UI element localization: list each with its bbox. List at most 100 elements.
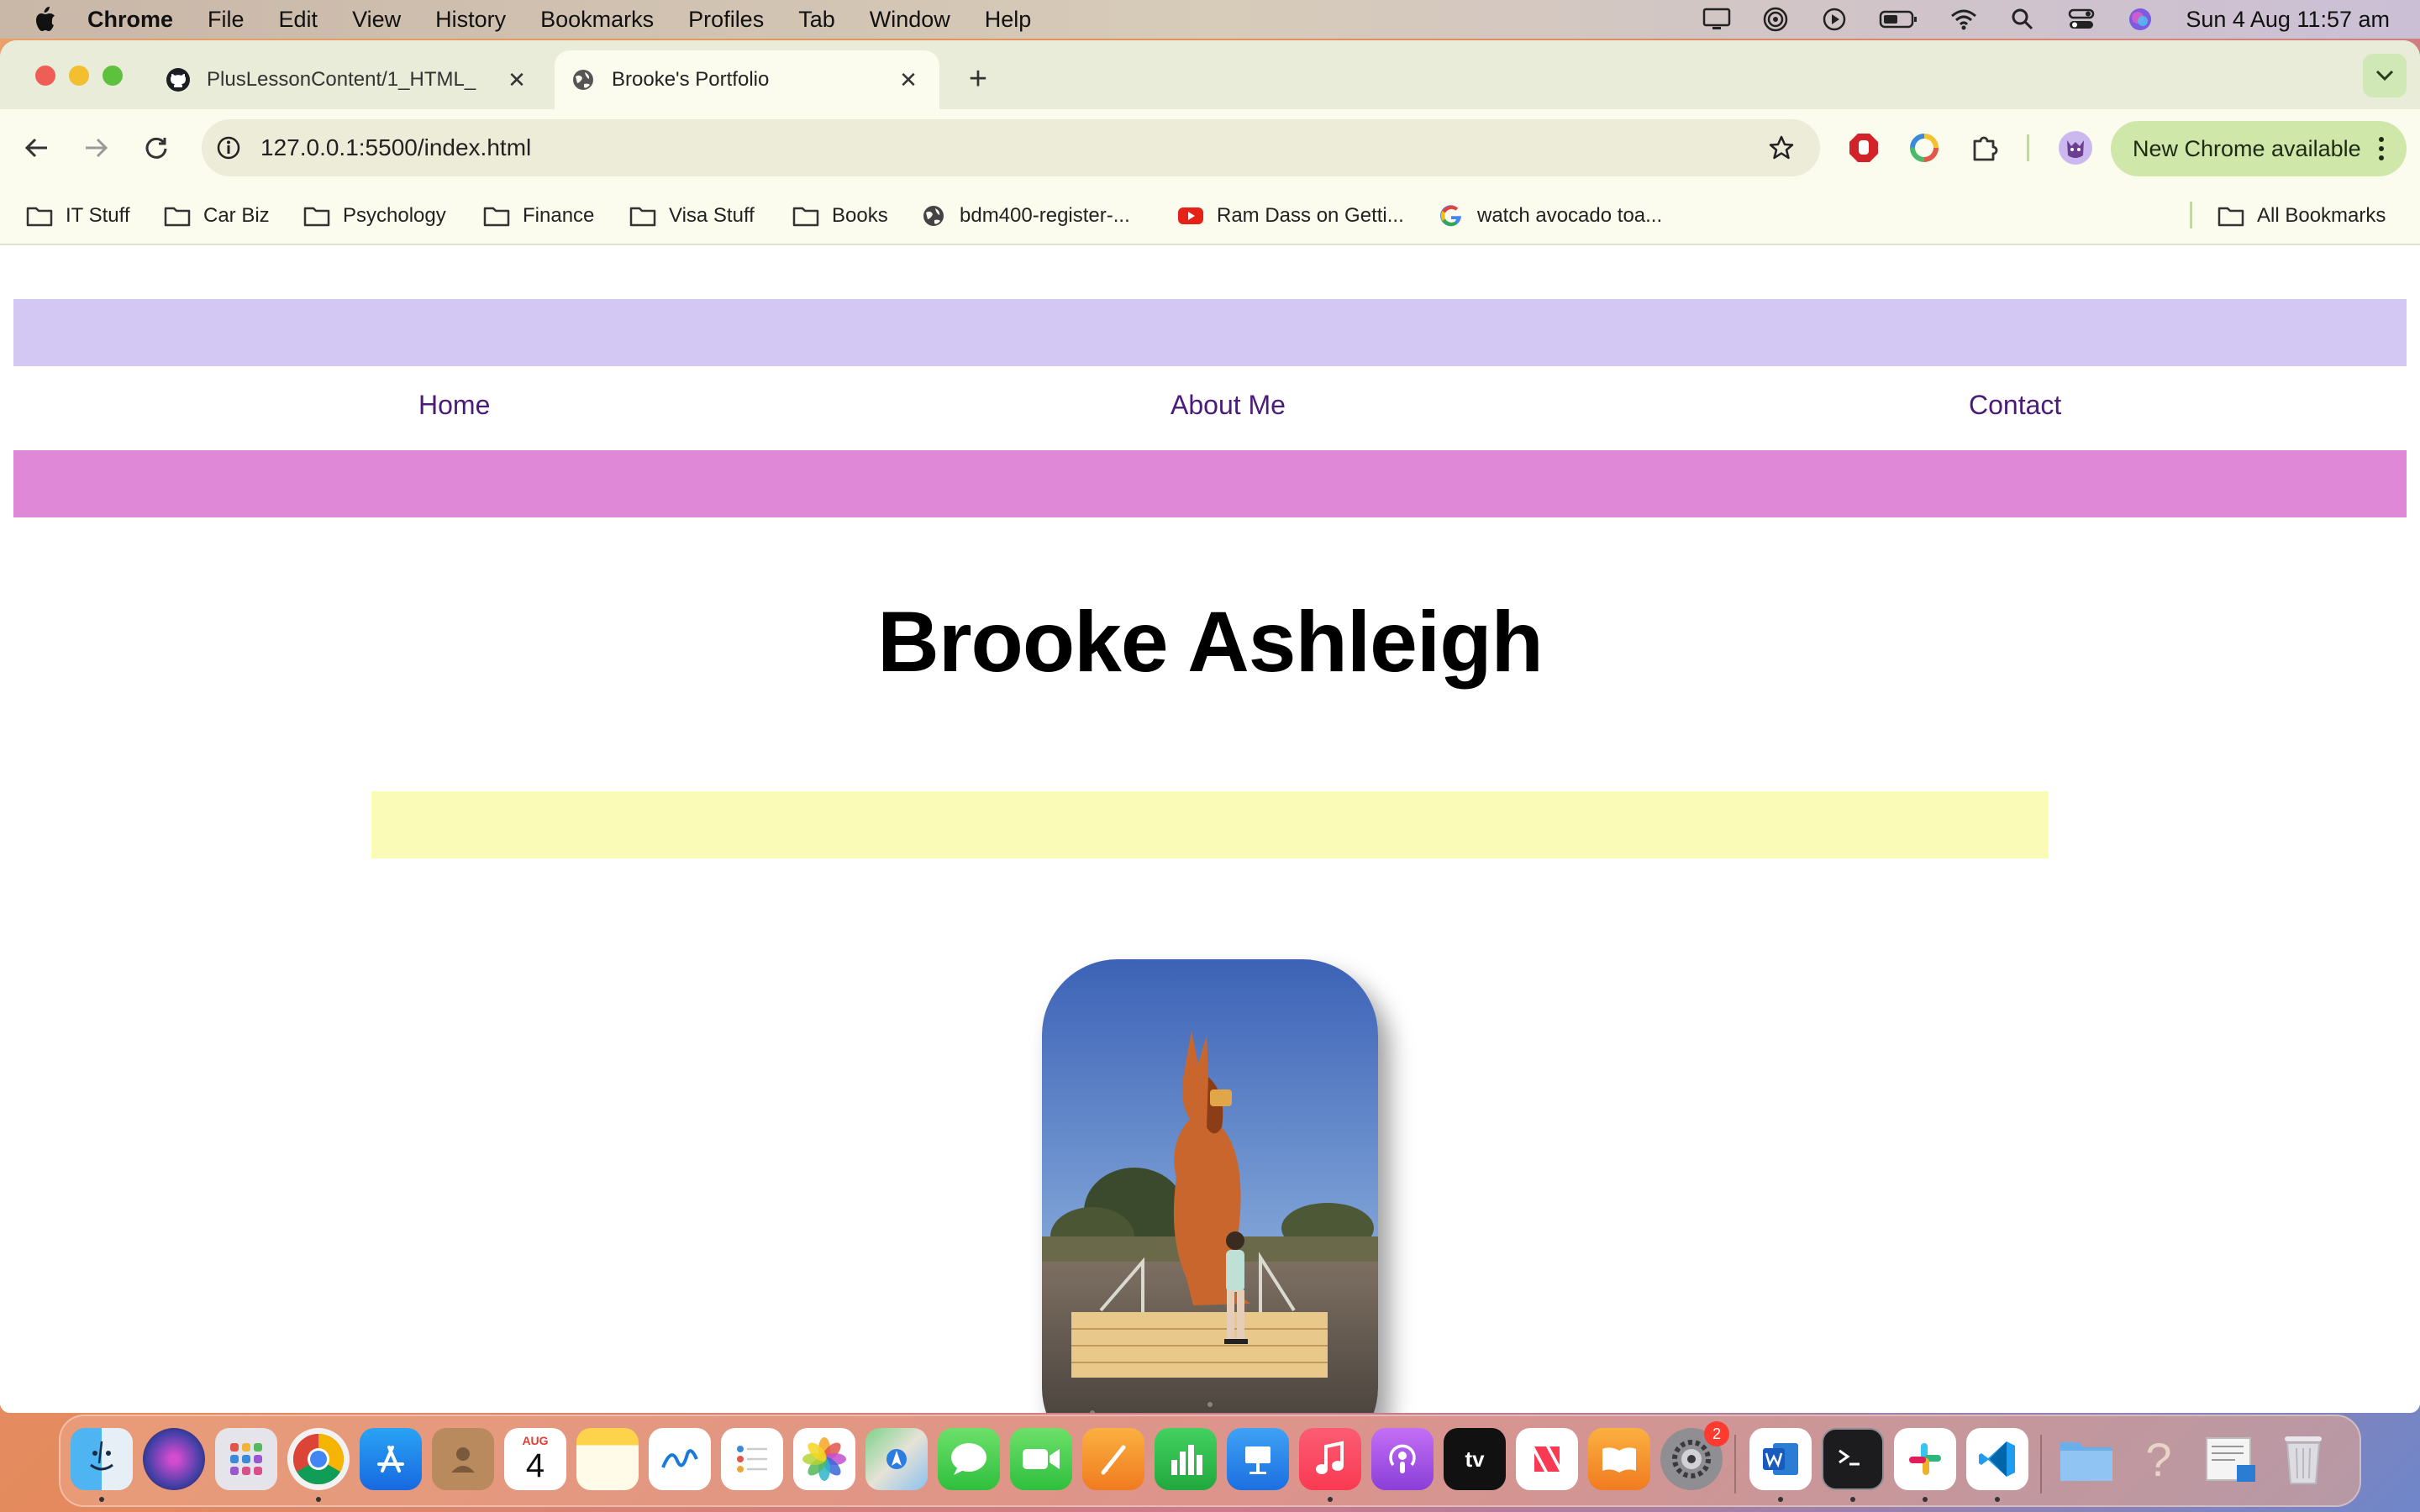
page-viewport: Home About Me Contact Brooke Ashleigh [0, 245, 2420, 1413]
spotlight-search-icon[interactable] [2007, 7, 2038, 32]
tab-search-button[interactable] [2363, 54, 2407, 97]
menu-tab[interactable]: Tab [798, 7, 835, 33]
airdrop-icon[interactable] [1760, 7, 1791, 32]
launchpad-icon[interactable] [215, 1428, 277, 1490]
running-indicator [99, 1497, 104, 1502]
url-text[interactable]: 127.0.0.1:5500/index.html [260, 134, 531, 161]
back-button[interactable] [18, 129, 55, 166]
menu-history[interactable]: History [435, 7, 506, 33]
menubar-clock[interactable]: Sun 4 Aug 11:57 am [2186, 7, 2390, 33]
page-title: Brooke Ashleigh [877, 594, 1544, 690]
keynote-icon[interactable] [1227, 1428, 1289, 1490]
update-label: New Chrome available [2133, 135, 2361, 161]
bookmark-car-biz[interactable]: Car Biz [163, 200, 270, 232]
new-tab-button[interactable]: + [963, 61, 993, 97]
wifi-icon[interactable] [1949, 7, 1979, 32]
extensions-puzzle-icon[interactable] [1966, 129, 2003, 166]
notes-icon[interactable] [576, 1428, 639, 1490]
chrome-icon[interactable] [287, 1428, 350, 1490]
browser-window: PlusLessonContent/1_HTML_ ✕ Brooke's Por… [0, 40, 2420, 1413]
trash-icon[interactable] [2272, 1428, 2334, 1490]
bookmark-star-icon[interactable] [1766, 133, 1797, 163]
minimize-window-button[interactable] [69, 66, 89, 86]
photos-icon[interactable] [793, 1428, 855, 1490]
battery-icon[interactable] [1878, 7, 1920, 32]
bookmark-psychology[interactable]: Psychology [302, 200, 446, 232]
menu-help[interactable]: Help [985, 7, 1032, 33]
downloads-folder-icon[interactable] [2055, 1428, 2118, 1490]
vscode-icon[interactable] [1966, 1428, 2028, 1490]
ad-blocker-extension-icon[interactable] [1845, 129, 1882, 166]
new-chrome-available-button[interactable]: New Chrome available [2111, 121, 2407, 176]
bookmark-watch-avocado[interactable]: watch avocado toa... [1437, 200, 1662, 232]
podcasts-icon[interactable] [1371, 1428, 1434, 1490]
calendar-icon[interactable]: AUG 4 [504, 1428, 566, 1490]
finder-icon[interactable] [71, 1428, 133, 1490]
globe-icon [919, 203, 948, 228]
tab-portfolio[interactable]: Brooke's Portfolio ✕ [555, 50, 939, 109]
address-bar[interactable]: 127.0.0.1:5500/index.html [202, 119, 1820, 176]
folder-icon [792, 203, 820, 228]
control-center-icon[interactable] [2066, 7, 2096, 32]
bookmark-bdm400[interactable]: bdm400-register-... [919, 200, 1130, 232]
terminal-icon[interactable] [1822, 1428, 1884, 1490]
fullscreen-window-button[interactable] [103, 66, 123, 86]
menu-view[interactable]: View [352, 7, 401, 33]
menu-bookmarks[interactable]: Bookmarks [540, 7, 654, 33]
reload-button[interactable] [138, 129, 175, 166]
bookmark-label: bdm400-register-... [960, 204, 1130, 227]
news-icon[interactable] [1516, 1428, 1578, 1490]
siri-app-icon[interactable] [143, 1428, 205, 1490]
close-icon[interactable]: ✕ [896, 67, 921, 92]
maps-icon[interactable] [865, 1428, 928, 1490]
contacts-icon[interactable] [432, 1428, 494, 1490]
preview-icon[interactable] [2200, 1428, 2262, 1490]
play-icon[interactable] [1819, 7, 1849, 32]
dock-divider [1734, 1435, 1736, 1494]
numbers-icon[interactable] [1155, 1428, 1217, 1490]
freeform-icon[interactable] [649, 1428, 711, 1490]
close-window-button[interactable] [35, 66, 55, 86]
app-store-icon[interactable] [360, 1428, 422, 1490]
bookmark-label: IT Stuff [66, 204, 130, 227]
running-indicator [316, 1497, 321, 1502]
forward-button[interactable] [77, 129, 114, 166]
books-icon[interactable] [1588, 1428, 1650, 1490]
apple-icon[interactable] [32, 5, 60, 34]
system-settings-icon[interactable]: 2 [1660, 1421, 1729, 1490]
profile-avatar[interactable] [2057, 129, 2094, 166]
tab-github[interactable]: PlusLessonContent/1_HTML_ ✕ [165, 50, 548, 109]
menu-profiles[interactable]: Profiles [688, 7, 764, 33]
google-icon [1437, 203, 1465, 228]
menu-edit[interactable]: Edit [279, 7, 318, 33]
facetime-icon[interactable] [1010, 1428, 1072, 1490]
more-vertical-icon[interactable] [2375, 133, 2388, 165]
nav-link-contact[interactable]: Contact [1969, 390, 2061, 421]
running-indicator [1923, 1497, 1928, 1502]
siri-icon[interactable] [2125, 7, 2155, 32]
menu-window[interactable]: Window [870, 7, 950, 33]
music-icon[interactable] [1299, 1428, 1361, 1490]
site-info-icon[interactable] [213, 133, 244, 163]
display-icon[interactable] [1702, 7, 1732, 32]
menu-app-name[interactable]: Chrome [87, 7, 173, 33]
bookmark-ram-dass[interactable]: Ram Dass on Getti... [1176, 200, 1404, 232]
messages-icon[interactable] [938, 1428, 1000, 1490]
menu-file[interactable]: File [208, 7, 245, 33]
bookmarks-divider [2190, 202, 2192, 228]
apple-tv-icon[interactable]: tv [1444, 1428, 1506, 1490]
color-extension-icon[interactable] [1906, 129, 1943, 166]
word-icon[interactable] [1749, 1428, 1812, 1490]
pages-icon[interactable] [1082, 1428, 1144, 1490]
reminders-icon[interactable] [721, 1428, 783, 1490]
bookmark-finance[interactable]: Finance [482, 200, 594, 232]
bookmark-it-stuff[interactable]: IT Stuff [25, 200, 130, 232]
bookmark-books[interactable]: Books [792, 200, 888, 232]
close-icon[interactable]: ✕ [504, 67, 529, 92]
all-bookmarks-button[interactable]: All Bookmarks [2217, 200, 2386, 232]
nav-link-home[interactable]: Home [418, 390, 490, 421]
help-icon[interactable]: ? [2128, 1428, 2190, 1490]
bookmark-visa-stuff[interactable]: Visa Stuff [629, 200, 755, 232]
slack-icon[interactable] [1894, 1428, 1956, 1490]
nav-link-about[interactable]: About Me [1171, 390, 1286, 421]
